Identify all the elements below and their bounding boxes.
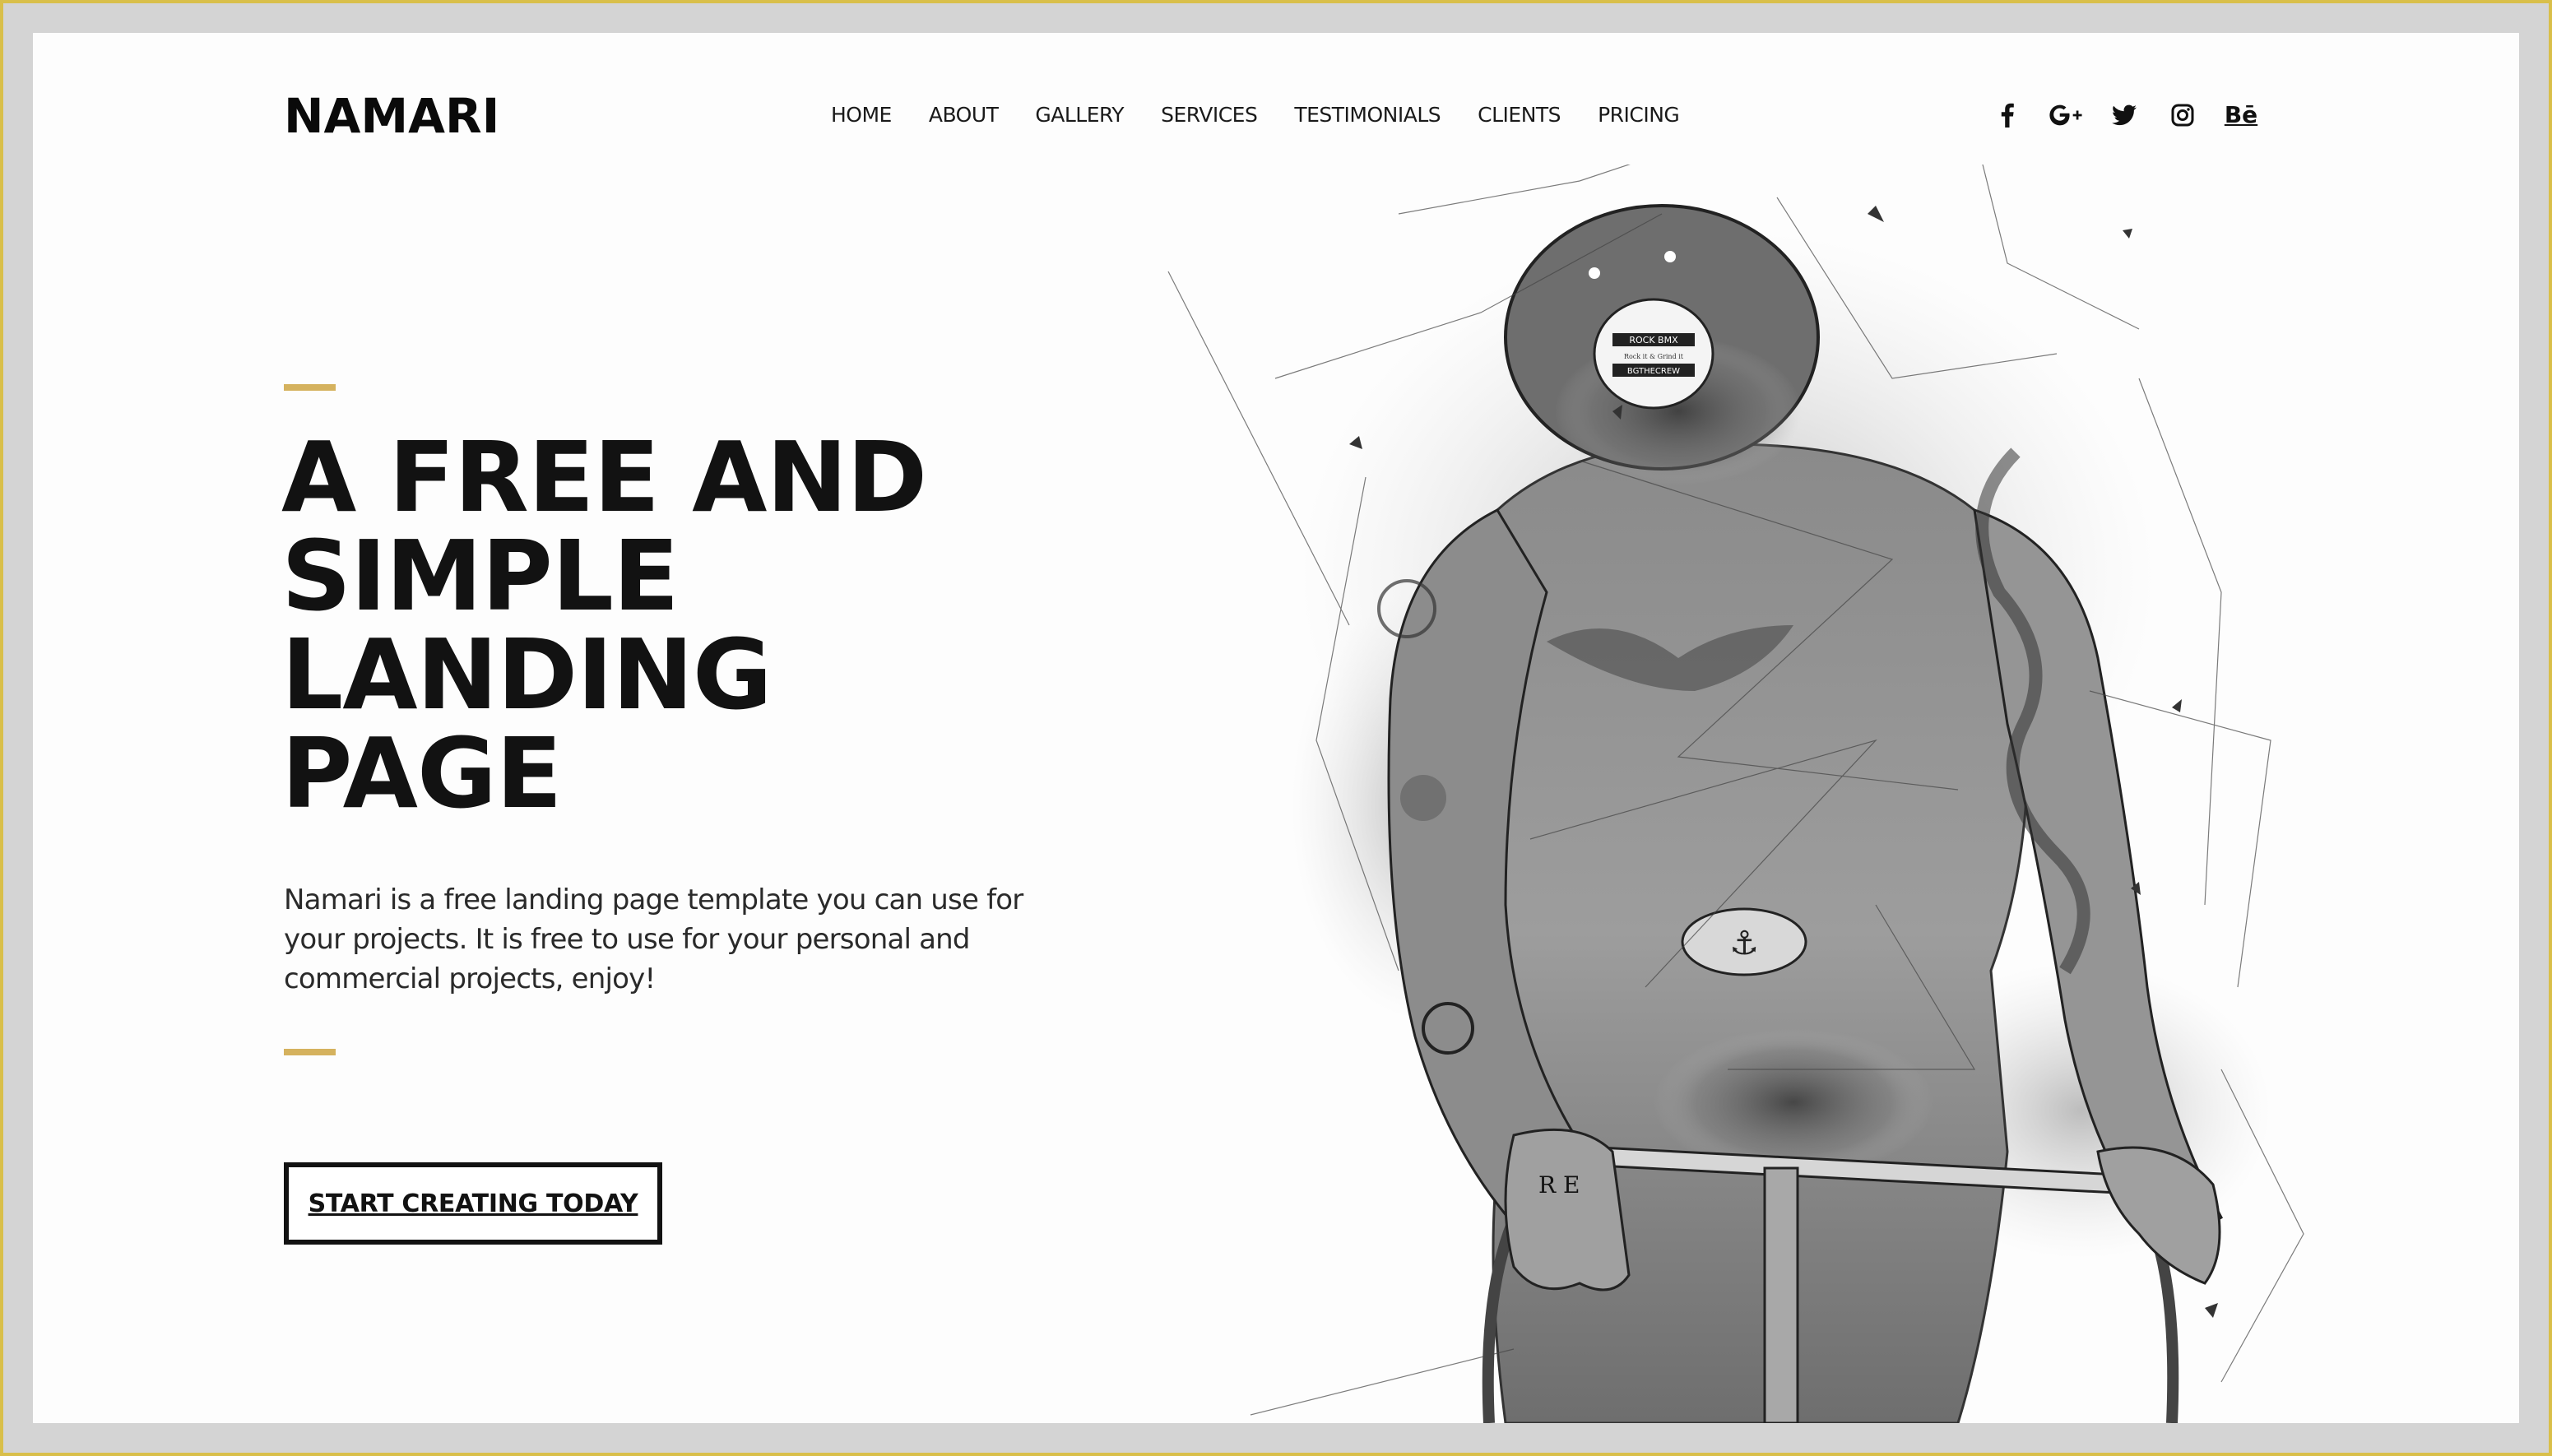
belt-buckle: ⚓ <box>1681 907 1807 976</box>
nav-testimonials[interactable]: TESTIMONIALS <box>1294 100 1441 130</box>
svg-text:R E: R E <box>1538 1171 1580 1199</box>
hero-illustration: ROCK BMX Rock it & Grind it BGTHECREW ⚓ … <box>1167 165 2304 1423</box>
start-creating-button[interactable]: START CREATING TODAY <box>284 1162 662 1245</box>
hero-description: Namari is a free landing page template y… <box>284 883 1023 995</box>
cap-badge: ROCK BMX Rock it & Grind it BGTHECREW <box>1593 298 1714 410</box>
facebook-icon[interactable] <box>1991 99 2024 132</box>
nav-pricing[interactable]: PRICING <box>1598 100 1680 130</box>
social-links: Bē <box>1991 99 2283 132</box>
headline-line: LANDING <box>281 618 773 731</box>
headline-line: PAGE <box>281 716 562 830</box>
headline-line: A FREE AND <box>281 420 927 534</box>
accent-divider-bottom <box>284 1049 336 1055</box>
nav-home[interactable]: HOME <box>831 100 892 130</box>
nav-clients[interactable]: CLIENTS <box>1478 100 1561 130</box>
cap-badge-top: ROCK BMX <box>1629 335 1678 345</box>
behance-icon[interactable]: Bē <box>2225 99 2257 132</box>
twitter-icon[interactable] <box>2108 99 2141 132</box>
google-plus-icon[interactable] <box>2049 99 2082 132</box>
left-hand <box>1504 1128 1631 1291</box>
nav-gallery[interactable]: GALLERY <box>1035 100 1124 130</box>
landing-page: NAMARI HOME ABOUT GALLERY SERVICES TESTI… <box>33 33 2519 1423</box>
instagram-icon[interactable] <box>2166 99 2199 132</box>
cap-badge-bottom: BGTHECREW <box>1627 367 1680 376</box>
nav-services[interactable]: SERVICES <box>1161 100 1258 130</box>
headline-line: SIMPLE <box>281 519 680 633</box>
site-logo[interactable]: NAMARI <box>284 87 499 145</box>
nav-about[interactable]: ABOUT <box>929 100 999 130</box>
accent-divider-top <box>284 384 336 391</box>
svg-text:⚓: ⚓ <box>1729 925 1759 962</box>
main-nav: HOME ABOUT GALLERY SERVICES TESTIMONIALS… <box>831 100 1716 130</box>
cap-badge-middle: Rock it & Grind it <box>1624 353 1684 360</box>
hero-headline: A FREE AND SIMPLE LANDING PAGE <box>281 420 927 830</box>
